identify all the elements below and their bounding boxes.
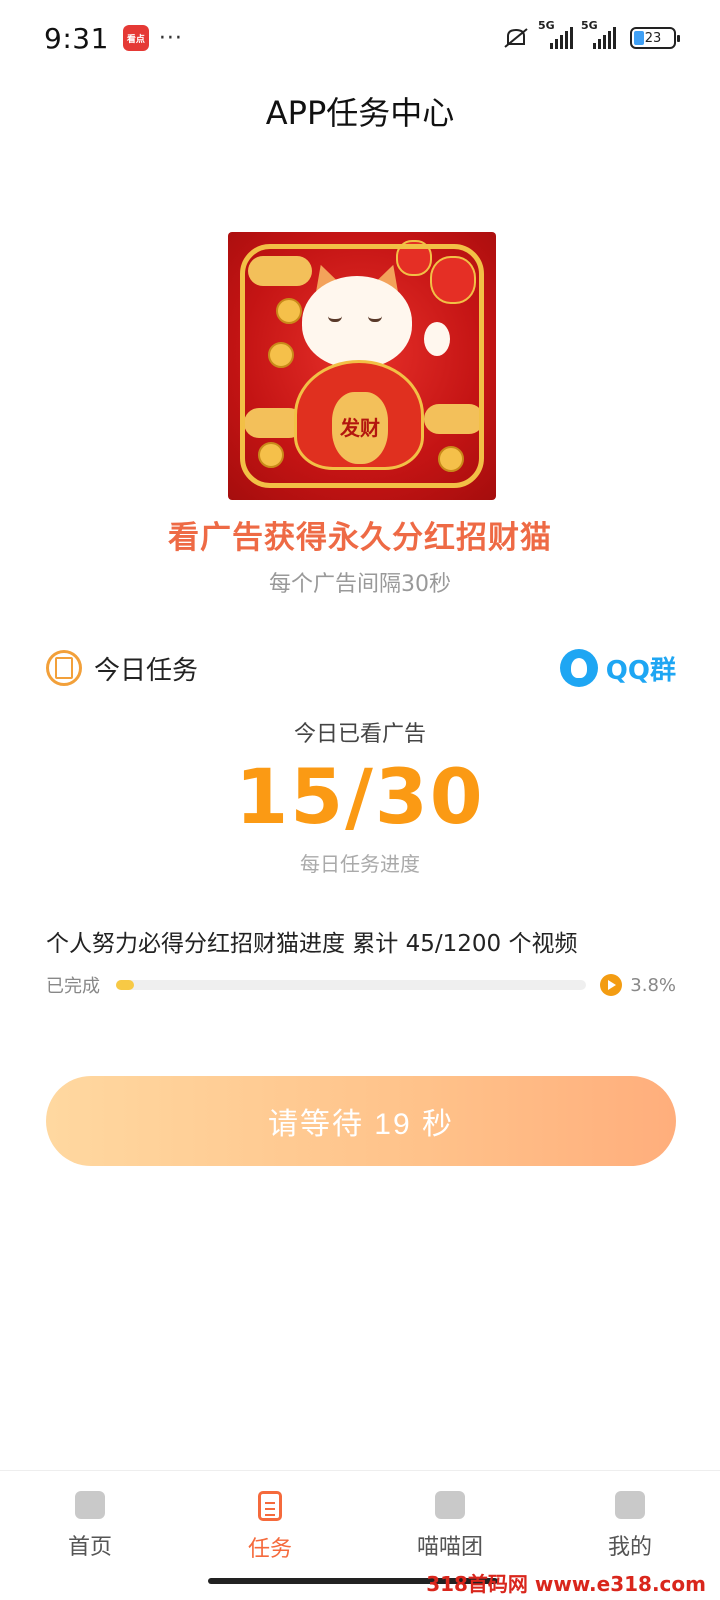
nav-label: 任务 — [247, 1537, 292, 1562]
battery-level: 23 — [644, 30, 662, 46]
network-type-label: 5G — [538, 19, 555, 32]
qq-group-label: QQ群 — [605, 655, 676, 686]
lucky-cat-image: 发财 — [228, 232, 496, 500]
network-type-label: 5G — [581, 19, 598, 32]
watched-ads-label: 今日已看广告 — [293, 722, 426, 747]
progress-row: 已完成 3.8% — [46, 970, 676, 1000]
signal-icon: 5G — [581, 19, 616, 49]
castle-icon — [75, 1491, 105, 1519]
app-notification-icon: 看点 — [122, 25, 149, 51]
nav-label: 喵喵团 — [416, 1535, 483, 1560]
paw-icon — [435, 1491, 465, 1519]
more-notifications-icon: ··· — [158, 25, 183, 51]
status-time: 9:31 — [44, 21, 109, 55]
site-watermark: 318首码网 www.e318.com — [426, 1572, 706, 1596]
progress-bar — [116, 980, 587, 990]
promo-headline: 看广告获得永久分红招财猫 — [168, 520, 552, 556]
cumulative-progress-text: 个人努力必得分红招财猫进度 累计 45/1200 个视频 — [46, 931, 578, 957]
task-list-icon — [46, 650, 82, 686]
progress-percent: 3.8% — [630, 974, 676, 996]
task-title: 今日任务 — [94, 655, 199, 686]
task-header: 今日任务 QQ群 — [46, 646, 676, 690]
daily-progress-label: 每日任务进度 — [300, 852, 420, 876]
status-indicators: 5G 5G 23 — [502, 19, 680, 50]
mute-icon — [504, 28, 528, 48]
clipboard-icon — [258, 1491, 282, 1521]
cat-face-icon — [615, 1491, 645, 1519]
play-icon — [600, 974, 623, 996]
nav-label: 我的 — [607, 1535, 652, 1560]
promo-subtitle: 每个广告间隔30秒 — [269, 572, 451, 597]
progress-done-label: 已完成 — [46, 976, 100, 997]
wait-button[interactable]: 请等待 19 秒 — [46, 1076, 676, 1166]
battery-icon: 23 — [630, 27, 680, 49]
nav-label: 首页 — [67, 1535, 112, 1560]
page-title: APP任务中心 — [265, 94, 455, 132]
watched-ads-count: 15/30 — [235, 752, 485, 841]
nav-item-home[interactable]: 首页 — [0, 1471, 180, 1600]
status-bar: 9:31 看点 ··· 5G 5G 23 — [0, 0, 720, 76]
progress-bar-fill — [116, 980, 134, 990]
signal-icon: 5G — [538, 19, 573, 49]
qq-icon — [559, 649, 598, 687]
qq-group-link[interactable]: QQ群 — [559, 649, 676, 687]
